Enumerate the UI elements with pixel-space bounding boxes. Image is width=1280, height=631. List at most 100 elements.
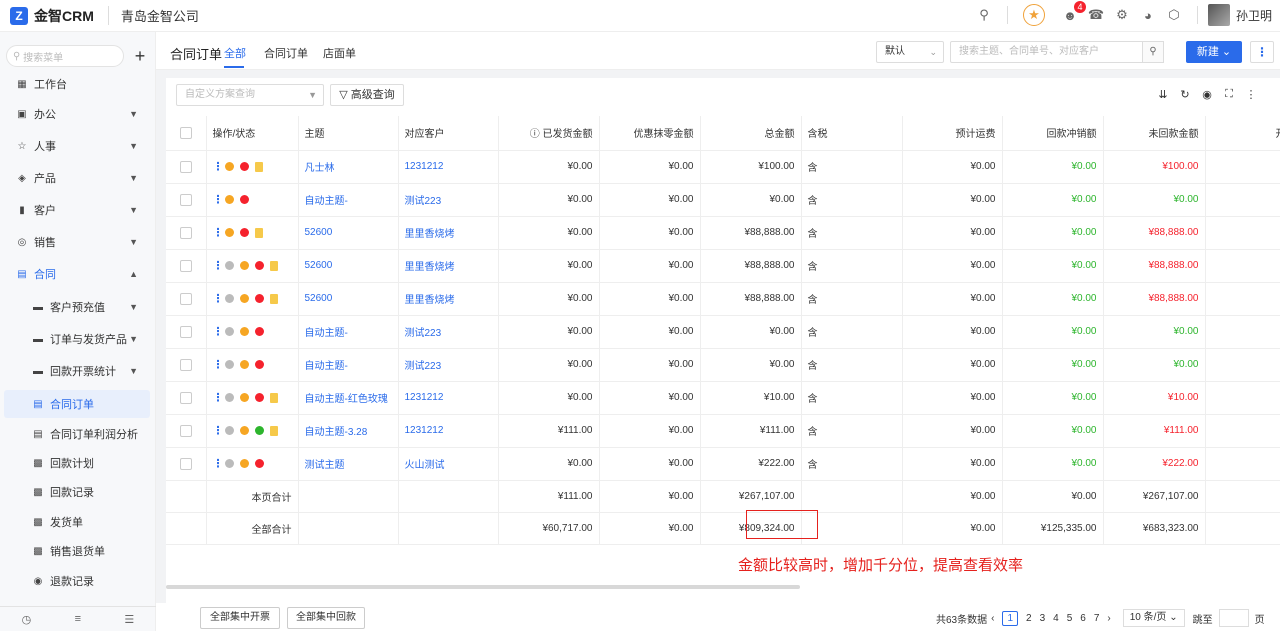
subject-link[interactable]: 自动主题-红色玫瑰 xyxy=(298,381,399,415)
sidebar-item-orders-shipping[interactable]: ▬ 订单与发货产品 ▼ xyxy=(0,325,156,353)
document-icon[interactable] xyxy=(254,227,263,238)
page-2[interactable]: 2 xyxy=(1026,613,1032,624)
row-checkbox[interactable] xyxy=(179,358,192,371)
select-all-checkbox[interactable] xyxy=(179,126,192,139)
document-icon[interactable] xyxy=(269,425,278,436)
megaphone-icon[interactable]: ★ xyxy=(1022,4,1045,26)
header-shipped[interactable]: ⓘ 已发货金额 xyxy=(498,116,600,151)
document-icon[interactable] xyxy=(269,260,278,271)
next-page-icon[interactable]: › xyxy=(1107,613,1110,624)
close-icon[interactable] xyxy=(254,327,264,336)
customer-link[interactable]: 1231212 xyxy=(398,414,499,448)
user-icon[interactable] xyxy=(224,327,234,336)
sidebar-item-product[interactable]: ◈ 产品 ▼ xyxy=(0,164,156,192)
alert-icon[interactable] xyxy=(254,393,264,402)
page-size-select[interactable]: 10 条/页 ⌄ xyxy=(1122,609,1185,627)
user-icon[interactable] xyxy=(224,393,234,402)
avatar[interactable] xyxy=(1207,4,1230,26)
sidebar-item-contract-orders[interactable]: ▤ 合同订单 xyxy=(4,390,150,418)
alert-icon[interactable] xyxy=(239,228,249,237)
row-checkbox[interactable] xyxy=(179,226,192,239)
page-1[interactable]: 1 xyxy=(1002,610,1019,626)
document-icon[interactable] xyxy=(269,392,278,403)
row-checkbox[interactable] xyxy=(179,391,192,404)
subject-link[interactable]: 52600 xyxy=(298,249,399,283)
header-total[interactable]: 总金额 xyxy=(700,116,802,151)
user-icon[interactable] xyxy=(224,261,234,270)
customer-link[interactable]: 测试223 xyxy=(398,315,499,349)
more-vertical-icon[interactable]: ⋮ xyxy=(213,391,224,404)
user-icon[interactable] xyxy=(224,459,234,468)
customer-link[interactable]: 1231212 xyxy=(398,381,499,415)
alert-icon[interactable] xyxy=(254,294,264,303)
history-icon[interactable]: ◷ xyxy=(22,613,32,626)
customer-link[interactable]: 里里香烧烤 xyxy=(398,249,499,283)
user-name[interactable]: 孙卫明 xyxy=(1236,7,1272,24)
column-settings-icon[interactable]: ◉ xyxy=(1200,88,1214,101)
check-icon[interactable] xyxy=(254,426,264,435)
sidebar-item-payment-stats[interactable]: ▬ 回款开票统计 ▼ xyxy=(0,357,156,385)
play-icon[interactable] xyxy=(224,228,234,237)
more-vertical-icon[interactable]: ⋮ xyxy=(213,457,224,470)
menu-search-input[interactable]: ⚲ 搜索菜单 xyxy=(6,45,124,67)
close-icon[interactable] xyxy=(254,459,264,468)
row-checkbox[interactable] xyxy=(179,457,192,470)
row-checkbox[interactable] xyxy=(179,292,192,305)
expand-rows-icon[interactable]: ⇊ xyxy=(1156,88,1170,101)
sidebar-item-workbench[interactable]: ▦ 工作台 xyxy=(0,70,156,98)
row-checkbox[interactable] xyxy=(179,160,192,173)
close-icon[interactable] xyxy=(254,360,264,369)
play-icon[interactable] xyxy=(239,261,249,270)
play-icon[interactable] xyxy=(224,162,234,171)
play-icon[interactable] xyxy=(239,393,249,402)
page-5[interactable]: 5 xyxy=(1067,613,1073,624)
tab-all[interactable]: 全部 xyxy=(224,45,246,61)
row-checkbox[interactable] xyxy=(179,325,192,338)
user-icon[interactable] xyxy=(224,426,234,435)
sidebar-item-office[interactable]: ▣ 办公 ▼ xyxy=(0,100,156,128)
play-icon[interactable] xyxy=(224,195,234,204)
customer-link[interactable]: 1231212 xyxy=(398,150,499,184)
row-checkbox[interactable] xyxy=(179,259,192,272)
more-vertical-icon[interactable]: ⋮ xyxy=(1244,88,1258,101)
subject-link[interactable]: 52600 xyxy=(298,216,399,250)
sidebar-item-payment-plan[interactable]: ▩ 回款计划 xyxy=(0,449,156,477)
tab-store-orders[interactable]: 店面单 xyxy=(323,45,356,61)
play-icon[interactable] xyxy=(239,426,249,435)
sidebar-item-contract[interactable]: ▤ 合同 ▲ xyxy=(0,260,156,288)
gear-icon[interactable]: ⚙ xyxy=(1114,7,1130,23)
logo[interactable]: Z 金智CRM xyxy=(10,6,94,26)
bell-icon[interactable]: ☎ xyxy=(1088,7,1104,23)
sidebar-item-sales-return[interactable]: ▩ 销售退货单 xyxy=(0,537,156,565)
play-icon[interactable] xyxy=(239,294,249,303)
customer-link[interactable]: 里里香烧烤 xyxy=(398,282,499,316)
sidebar-item-sales[interactable]: ◎ 销售 ▼ xyxy=(0,228,156,256)
play-icon[interactable] xyxy=(239,327,249,336)
sidebar-item-delivery-note[interactable]: ▩ 发货单 xyxy=(0,508,156,536)
user-icon[interactable] xyxy=(224,294,234,303)
tab-contract-orders[interactable]: 合同订单 xyxy=(264,45,308,61)
header-discount[interactable]: 优惠抹零金额 xyxy=(599,116,701,151)
row-checkbox[interactable] xyxy=(179,193,192,206)
more-vertical-icon[interactable]: ⋮ xyxy=(213,160,224,173)
subject-link[interactable]: 52600 xyxy=(298,282,399,316)
more-vertical-icon[interactable]: ⋮ xyxy=(213,193,224,206)
advanced-search-button[interactable]: ▽ 高级查询 xyxy=(330,84,404,106)
subject-link[interactable]: 凡士林 xyxy=(298,150,399,184)
sidebar-item-payment-records[interactable]: ▩ 回款记录 xyxy=(0,478,156,506)
customer-link[interactable]: 里里香烧烤 xyxy=(398,216,499,250)
customer-link[interactable]: 火山测试 xyxy=(398,447,499,481)
subject-link[interactable]: 自动主题- xyxy=(298,348,399,382)
more-vertical-icon[interactable]: ⋮ xyxy=(213,292,224,305)
search-input[interactable]: 搜索主题、合同单号、对应客户 ⚲ xyxy=(950,41,1164,63)
new-button[interactable]: 新建 ⌄ xyxy=(1186,41,1242,63)
sidebar-item-refund-records[interactable]: ◉ 退款记录 xyxy=(0,567,156,595)
subject-link[interactable]: 自动主题- xyxy=(298,315,399,349)
fullscreen-icon[interactable]: ⛶ xyxy=(1222,88,1236,101)
more-vertical-icon[interactable]: ⋮ xyxy=(213,358,224,371)
sidebar-item-hr[interactable]: ☆ 人事 ▼ xyxy=(0,132,156,160)
alert-icon[interactable] xyxy=(254,261,264,270)
more-vertical-icon[interactable]: ⋮ xyxy=(213,259,224,272)
user-icon[interactable] xyxy=(224,360,234,369)
close-icon[interactable] xyxy=(239,195,249,204)
